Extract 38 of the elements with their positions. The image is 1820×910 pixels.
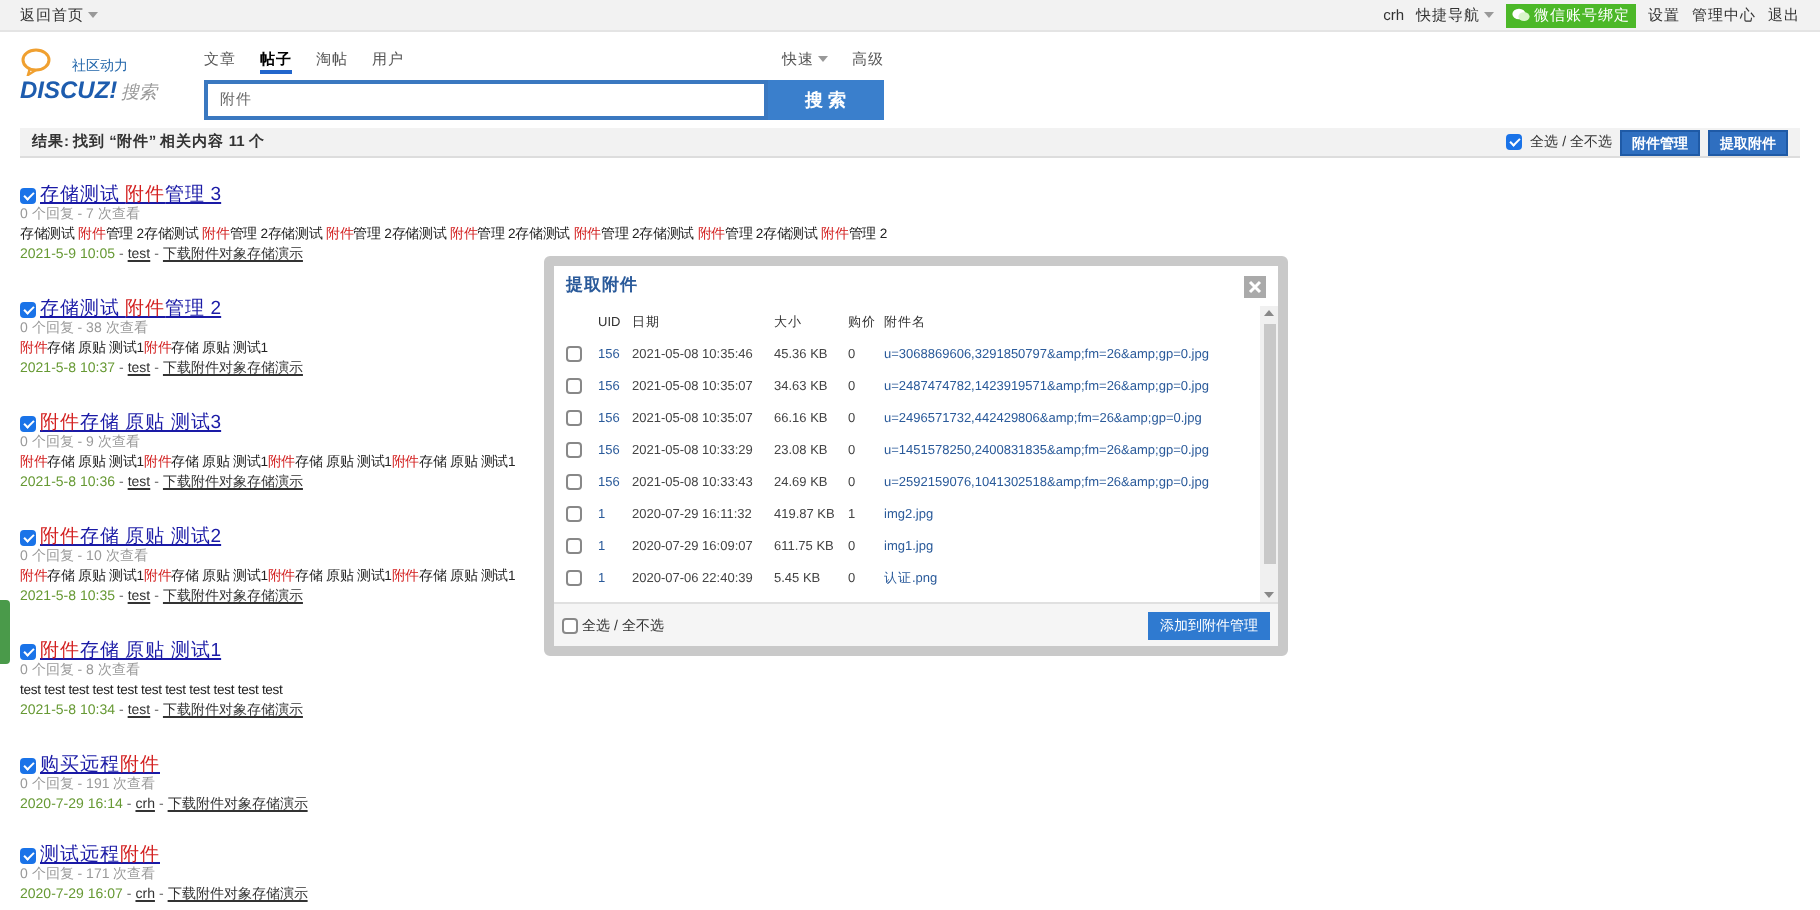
result-checkbox[interactable] bbox=[20, 529, 36, 545]
row-checkbox[interactable] bbox=[566, 570, 582, 586]
scroll-up-icon bbox=[1264, 310, 1274, 316]
scrollbar[interactable] bbox=[1260, 306, 1278, 602]
caret-icon bbox=[88, 12, 98, 18]
result-checkbox[interactable] bbox=[20, 847, 36, 863]
result-title-link[interactable]: 购买远程附件 bbox=[40, 754, 160, 776]
close-icon bbox=[1248, 279, 1262, 293]
row-checkbox[interactable] bbox=[566, 474, 582, 490]
chat-icon bbox=[1512, 8, 1530, 22]
result-title-link[interactable]: 存储测试 附件管理 3 bbox=[40, 184, 222, 206]
scroll-down-icon bbox=[1264, 592, 1274, 598]
dialog-select-all-checkbox[interactable] bbox=[562, 617, 578, 633]
select-all-checkbox[interactable] bbox=[1506, 134, 1523, 150]
result-checkbox[interactable] bbox=[20, 187, 36, 203]
result-title-link[interactable]: 附件存储 原贴 测试1 bbox=[40, 640, 222, 662]
result-checkbox[interactable] bbox=[20, 415, 36, 431]
result-checkbox[interactable] bbox=[20, 643, 36, 659]
row-checkbox[interactable] bbox=[566, 506, 582, 522]
dialog-title: 提取附件 bbox=[566, 274, 638, 298]
result-title-link[interactable]: 附件存储 原贴 测试2 bbox=[40, 526, 222, 548]
row-checkbox[interactable] bbox=[566, 538, 582, 554]
result-title-link[interactable]: 存储测试 附件管理 2 bbox=[40, 298, 222, 320]
result-title-link[interactable]: 测试远程附件 bbox=[40, 844, 160, 866]
close-button[interactable] bbox=[1244, 275, 1266, 297]
logo-wordmark: DISCUZ! bbox=[20, 76, 118, 104]
caret-icon bbox=[818, 56, 828, 62]
speech-bubble-icon bbox=[20, 48, 52, 76]
row-checkbox[interactable] bbox=[566, 410, 582, 426]
result-checkbox[interactable] bbox=[20, 301, 36, 317]
logo-suffix: 搜索 bbox=[121, 80, 158, 106]
search-button[interactable]: 搜 索 bbox=[768, 80, 884, 120]
row-checkbox[interactable] bbox=[566, 346, 582, 362]
result-checkbox[interactable] bbox=[20, 757, 36, 773]
caret-icon bbox=[1484, 12, 1494, 18]
result-title-link[interactable]: 附件存储 原贴 测试3 bbox=[40, 412, 222, 434]
row-checkbox[interactable] bbox=[566, 378, 582, 394]
row-checkbox[interactable] bbox=[566, 442, 582, 458]
